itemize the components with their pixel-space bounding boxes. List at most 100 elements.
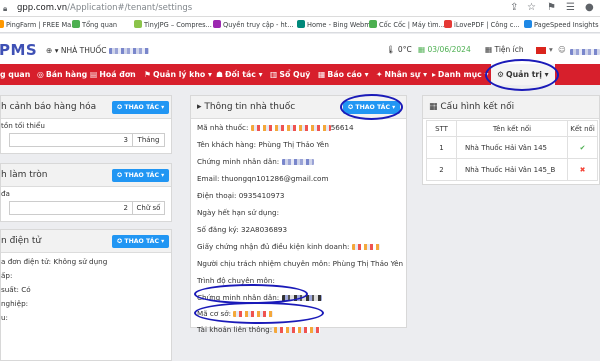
einvoice-line: suất: Có [1, 285, 31, 294]
panel-title: ▦ Cấu hình kết nối [429, 102, 515, 112]
lock-icon[interactable]: 🔒︎ [3, 4, 11, 13]
row-index: 2 [426, 158, 457, 181]
connections-panel: ▦ Cấu hình kết nối STT Tên kết nối Kết n… [422, 95, 600, 185]
einvoice-line: a đơn điện tử: Không sử dụng [1, 257, 108, 266]
bookmark-favicon-icon [72, 20, 80, 28]
min-stock-input[interactable]: 3 [9, 133, 133, 147]
caret-down-icon: ▾ [161, 238, 165, 245]
app-logo[interactable]: PMS [0, 41, 37, 59]
globe-icon: ⊕ [46, 46, 53, 55]
bookmark-favicon-icon [134, 20, 142, 28]
panel-title: ▸ Thông tin nhà thuốc [197, 102, 296, 112]
grid-icon: ▦ [429, 102, 438, 112]
highlight-circle-linked-account [194, 302, 324, 324]
einvoice-line: u: [1, 313, 8, 322]
vietnam-flag-icon[interactable] [536, 47, 546, 54]
utility-menu[interactable]: ▦ Tiện ích [485, 45, 524, 54]
grid-icon: ▦ [485, 45, 493, 54]
highlight-circle-facility-code [194, 284, 308, 304]
caret-down-icon: ▾ [161, 104, 165, 111]
user-name[interactable] [570, 47, 600, 56]
action-button[interactable]: ✪ THAO TÁC ▾ [112, 235, 170, 248]
target-icon: ◎ [37, 70, 44, 79]
highlight-circle-admin [485, 59, 559, 91]
nav-catalog[interactable]: ▸ Danh mục ▾ [432, 64, 488, 85]
nav-cashbook[interactable]: ▥ Sổ Quỹ [270, 64, 310, 85]
share-icon[interactable]: ⇪ [510, 2, 518, 14]
bookmark-item[interactable]: Home - Bing Webm... [297, 20, 377, 31]
row-index: 1 [426, 136, 457, 159]
bookmark-favicon-icon [524, 20, 532, 28]
user-icon[interactable]: ☺ [558, 45, 566, 54]
rounding-input[interactable]: 2 [9, 201, 133, 215]
bookmark-favicon-icon [0, 20, 4, 28]
bookmark-item[interactable]: Tổng quan [72, 20, 117, 31]
caret-down-icon: ▾ [423, 70, 427, 79]
nav-sales[interactable]: ◎ Bán hàng [37, 64, 87, 85]
partners-icon: ☗ [216, 70, 223, 79]
browser-address-bar: 🔒︎ gpp.com.vn/Application#/tenant/settin… [0, 0, 600, 17]
profile-icon[interactable]: ● [585, 2, 594, 14]
nav-staff[interactable]: ✦ Nhân sự ▾ [376, 64, 427, 85]
bookmark-item[interactable]: Cốc Cốc | Máy tìm... [369, 20, 445, 31]
nav-partners[interactable]: ☗ Đối tác ▾ [216, 64, 263, 85]
bookmark-favicon-icon [444, 20, 452, 28]
caret-down-icon: ▾ [208, 70, 212, 79]
panel-title: h làm tròn [1, 170, 48, 180]
catalog-icon: ▸ [432, 70, 436, 79]
unit-label: Chữ số [133, 201, 165, 215]
bookmark-favicon-icon [213, 20, 221, 28]
unit-label: Tháng [133, 133, 165, 147]
box-icon: ⚑ [144, 70, 151, 79]
bookmarks-bar: PingFarm | FREE Ma... Tổng quan TinyJPG … [0, 17, 600, 33]
panel-title: n điện tử [1, 236, 42, 246]
panel-header: n điện tử ✪ THAO TÁC ▾ [1, 230, 171, 253]
nav-reports[interactable]: ▦ Báo cáo ▾ [318, 64, 369, 85]
column-header: Tên kết nối [456, 120, 568, 137]
url-text[interactable]: gpp.com.vn/Application#/tenant/settings [17, 3, 192, 13]
einvoice-panel: n điện tử ✪ THAO TÁC ▾ a đơn điện tử: Kh… [0, 229, 172, 361]
thermometer-icon: 🌡︎ [386, 45, 396, 54]
bookmark-favicon-icon [369, 20, 377, 28]
extensions-icon[interactable]: ⚑ [547, 2, 556, 14]
einvoice-line: nghiệp: [1, 299, 29, 308]
staff-icon: ✦ [376, 70, 383, 79]
table-row[interactable]: 2 Nhà Thuốc Hải Vân 145_B ✖ [426, 158, 598, 181]
bookmark-item[interactable]: PingFarm | FREE Ma... [0, 20, 78, 31]
field-phone: Điện thoại: 0935410973 [197, 191, 285, 200]
caret-down-icon: ▾ [161, 172, 165, 179]
reading-list-icon[interactable]: ☰ [566, 2, 575, 14]
field-customer-name: Tên khách hàng: Phùng Thị Thảo Yên [197, 140, 329, 149]
nav-invoices[interactable]: ▤ Hoá đơn [90, 64, 136, 85]
shop-selector[interactable]: ⊕ ▾ NHÀ THUỐC [46, 46, 149, 55]
bookmark-favicon-icon [297, 20, 305, 28]
cashbook-icon: ▥ [270, 70, 278, 79]
field-registration: Số đăng ký: 32A8036893 [197, 225, 288, 234]
panel-title: h cảnh báo hàng hóa [1, 102, 97, 112]
action-button[interactable]: ✪ THAO TÁC ▾ [112, 169, 170, 182]
panel-header: h cảnh báo hàng hóa ✪ THAO TÁC ▾ [1, 96, 171, 119]
caret-down-icon: ▾ [364, 70, 369, 79]
bookmark-item[interactable]: Quyền truy cập - ht... [213, 20, 294, 31]
bookmark-star-icon[interactable]: ☆ [527, 2, 536, 14]
panel-header: h làm tròn ✪ THAO TÁC ▾ [1, 164, 171, 187]
connections-table: STT Tên kết nối Kết nối 1 Nhà Thuốc Hải … [426, 120, 598, 181]
table-row[interactable]: 1 Nhà Thuốc Hải Vân 145 ✔ [426, 136, 598, 159]
einvoice-line: ấp: [1, 271, 13, 280]
action-button[interactable]: ✪ THAO TÁC ▾ [112, 101, 170, 114]
connection-name: Nhà Thuốc Hải Vân 145_B [456, 158, 568, 181]
field-id-card: Chứng minh nhân dân: [197, 157, 314, 166]
connection-name: Nhà Thuốc Hải Vân 145 [456, 136, 568, 159]
field-label: đa [1, 189, 10, 198]
rounding-panel: h làm tròn ✪ THAO TÁC ▾ đa 2 Chữ số [0, 163, 172, 222]
nav-inventory[interactable]: ⚑ Quản lý kho ▾ [144, 64, 212, 85]
bookmark-item[interactable]: PageSpeed Insights [524, 20, 599, 31]
gear-icon: ✪ [117, 104, 123, 111]
bookmark-item[interactable]: iLovePDF | Công c... [444, 20, 520, 31]
table-header-row: STT Tên kết nối Kết nối [426, 120, 598, 137]
field-email: Email: thuongqn101286@gmail.com [197, 174, 329, 183]
field-linked-account: Tài khoản liên thông: [197, 325, 321, 334]
bookmark-item[interactable]: TinyJPG – Compres... [134, 20, 212, 31]
nav-overview[interactable]: g quan [0, 64, 30, 85]
gear-icon: ✪ [117, 238, 123, 245]
